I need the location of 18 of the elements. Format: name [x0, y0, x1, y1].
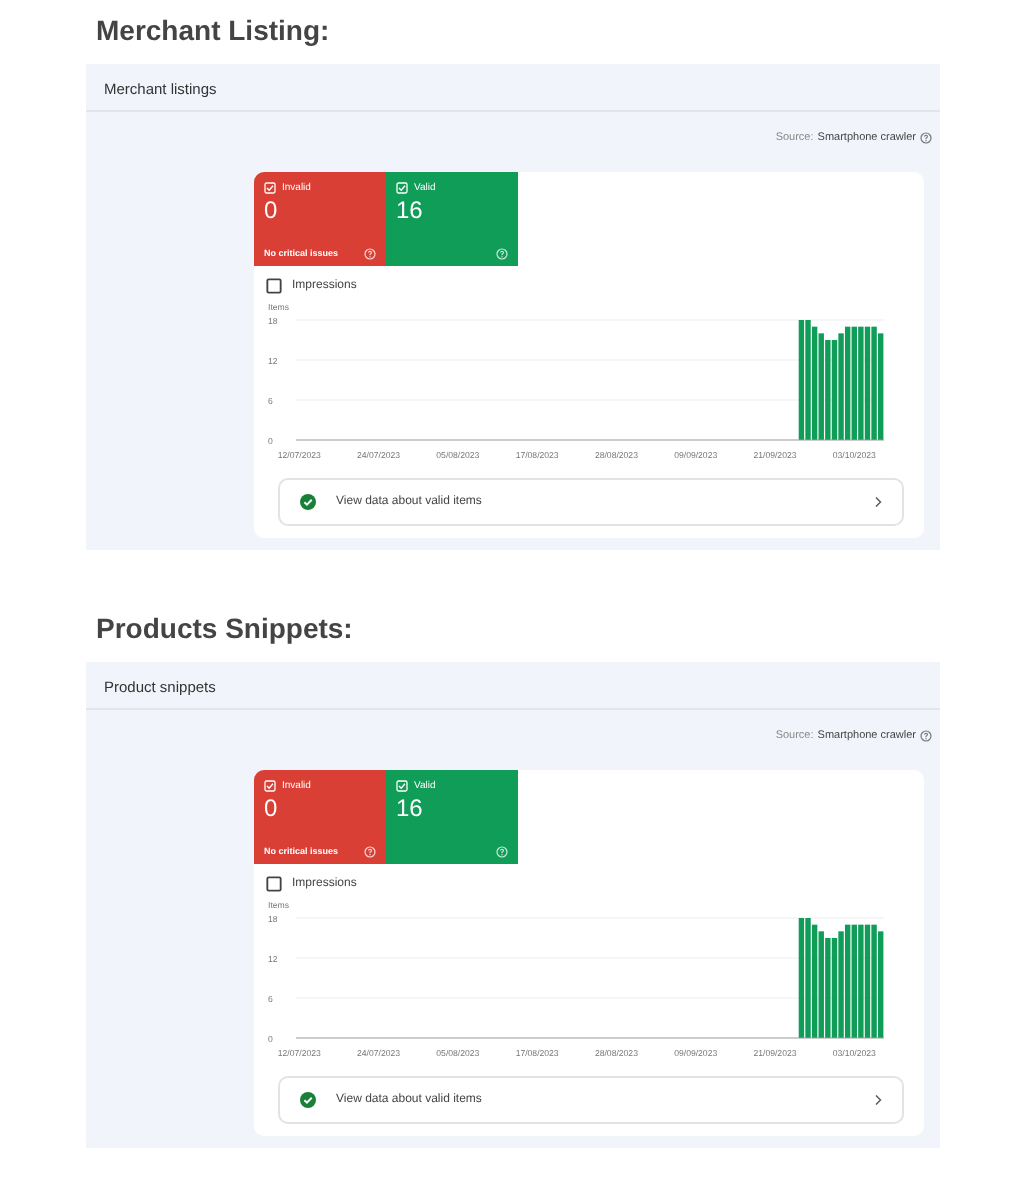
help-icon — [496, 845, 508, 857]
help-icon — [920, 132, 932, 144]
checkbox-icon[interactable] — [266, 876, 282, 892]
chevron-right-icon — [874, 496, 882, 508]
help-icon — [364, 845, 376, 857]
help-icon — [920, 730, 932, 742]
check-circle-icon — [300, 494, 316, 510]
chevron-right-icon — [874, 1094, 882, 1106]
checkbox-icon[interactable] — [266, 278, 282, 294]
tile-count: 16 — [396, 794, 425, 822]
section-heading: Products Snippets: — [96, 610, 355, 646]
help-icon — [496, 247, 508, 259]
tile-count: 0 — [264, 794, 280, 822]
tile-count: 16 — [396, 196, 425, 224]
tile-count: 0 — [264, 196, 280, 224]
section-heading: Merchant Listing: — [96, 12, 332, 48]
check-circle-icon — [300, 1092, 316, 1108]
help-icon — [364, 247, 376, 259]
